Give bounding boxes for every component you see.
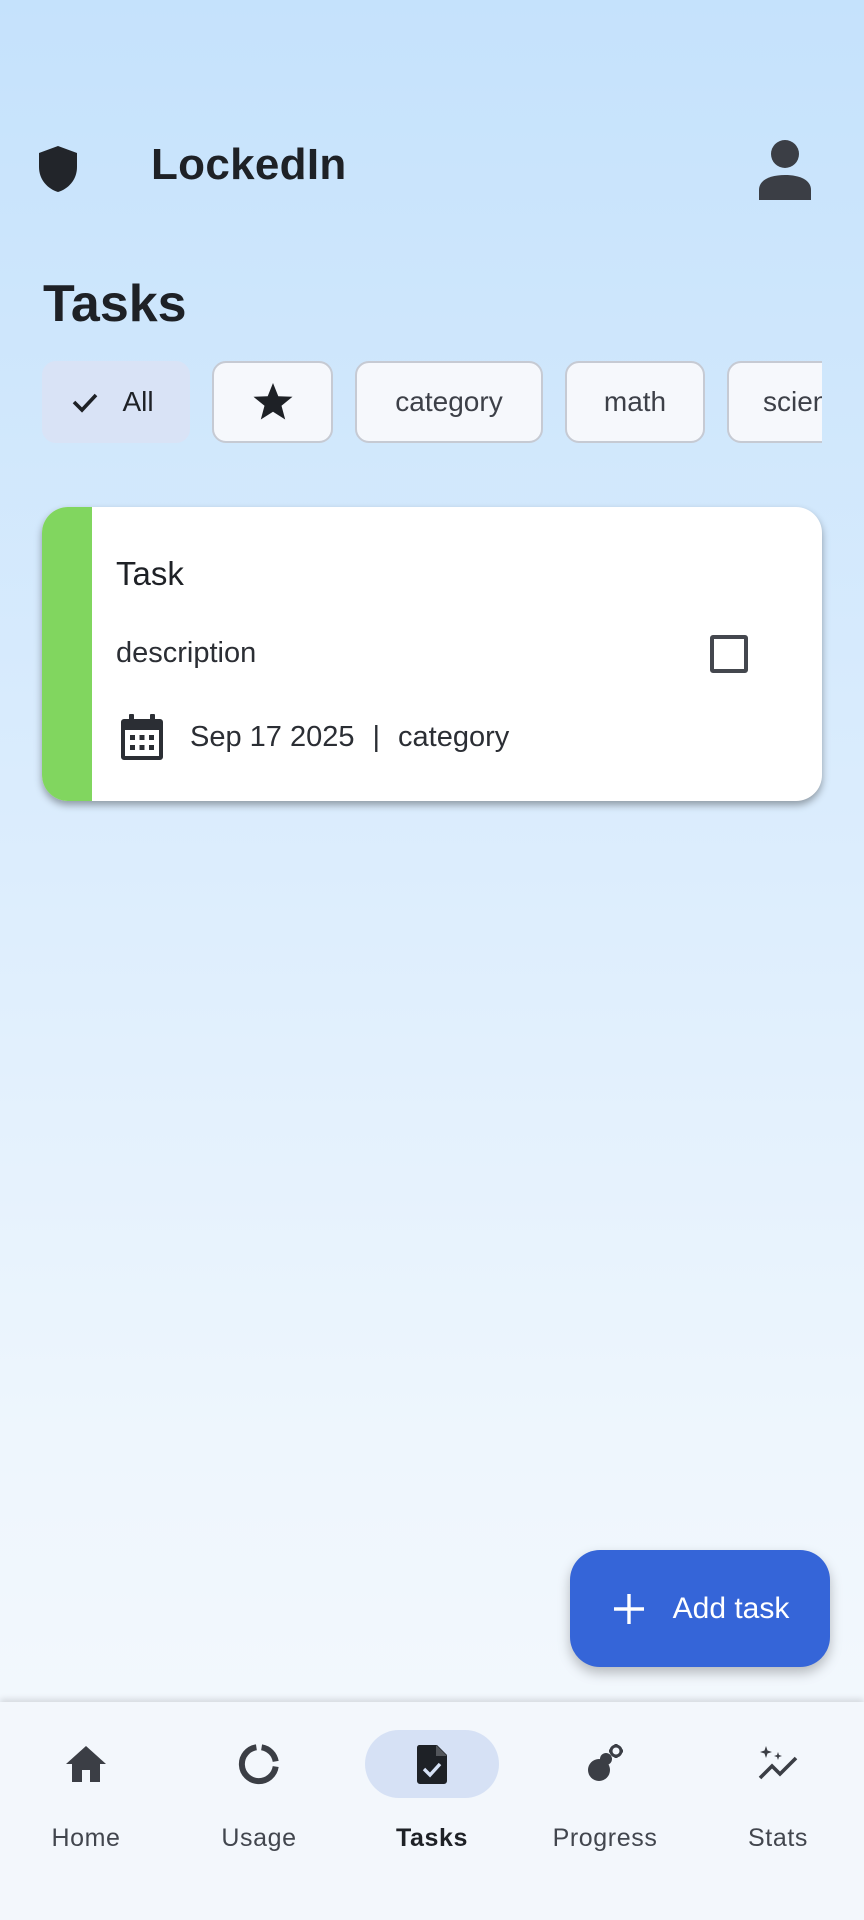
- nav-label: Stats: [748, 1824, 808, 1852]
- chip-label: math: [603, 386, 667, 417]
- task-category: category: [398, 720, 510, 753]
- nav-item-stats[interactable]: Stats: [692, 1702, 864, 1920]
- add-task-label: Add task: [672, 1591, 790, 1625]
- plus-icon: [613, 1593, 644, 1624]
- home-icon: [66, 1746, 106, 1782]
- task-card[interactable]: Task description Sep 17 2025 | category: [42, 507, 822, 801]
- filter-chip-math[interactable]: math: [565, 361, 705, 443]
- filter-chip-starred[interactable]: [212, 361, 333, 443]
- add-task-button[interactable]: Add task: [570, 1550, 830, 1667]
- check-icon: [73, 393, 98, 413]
- donut-icon: [238, 1744, 279, 1785]
- nav-label: Tasks: [395, 1824, 469, 1852]
- filter-chip-category[interactable]: category: [355, 361, 543, 443]
- chip-label: category: [395, 386, 503, 417]
- chip-label: science: [763, 386, 822, 417]
- stats-icon: [758, 1746, 798, 1780]
- task-complete-checkbox[interactable]: [710, 635, 748, 673]
- task-description: description: [116, 637, 257, 669]
- nav-item-home[interactable]: Home: [0, 1702, 172, 1920]
- filter-chips: All category math science: [42, 361, 822, 445]
- task-title: Task: [116, 555, 184, 592]
- task-meta: Sep 17 2025 | category: [116, 713, 509, 761]
- chip-label: All: [122, 386, 154, 417]
- nav-label: Usage: [221, 1824, 297, 1852]
- filter-chip-science[interactable]: science: [727, 361, 822, 443]
- progress-icon: [588, 1744, 623, 1781]
- nav-label: Progress: [552, 1824, 658, 1852]
- task-date: Sep 17 2025: [190, 720, 355, 753]
- task-file-icon: [416, 1745, 447, 1784]
- nav-item-usage[interactable]: Usage: [173, 1702, 345, 1920]
- nav-label: Home: [51, 1824, 121, 1852]
- page-title: Tasks: [43, 275, 187, 333]
- nav-item-progress[interactable]: Progress: [519, 1702, 691, 1920]
- nav-item-tasks[interactable]: Tasks: [346, 1702, 518, 1920]
- calendar-icon: [121, 714, 163, 760]
- shield-icon: [39, 146, 77, 192]
- task-priority-bar: [42, 507, 92, 801]
- meta-separator: |: [372, 720, 381, 753]
- account-icon[interactable]: [750, 138, 820, 202]
- app-title: LockedIn: [151, 140, 347, 189]
- app-bar: LockedIn: [0, 110, 864, 226]
- bottom-navigation: Home Usage Tasks Progress Stats: [0, 1702, 864, 1920]
- filter-chip-all[interactable]: All: [42, 361, 190, 443]
- star-icon: [253, 383, 292, 420]
